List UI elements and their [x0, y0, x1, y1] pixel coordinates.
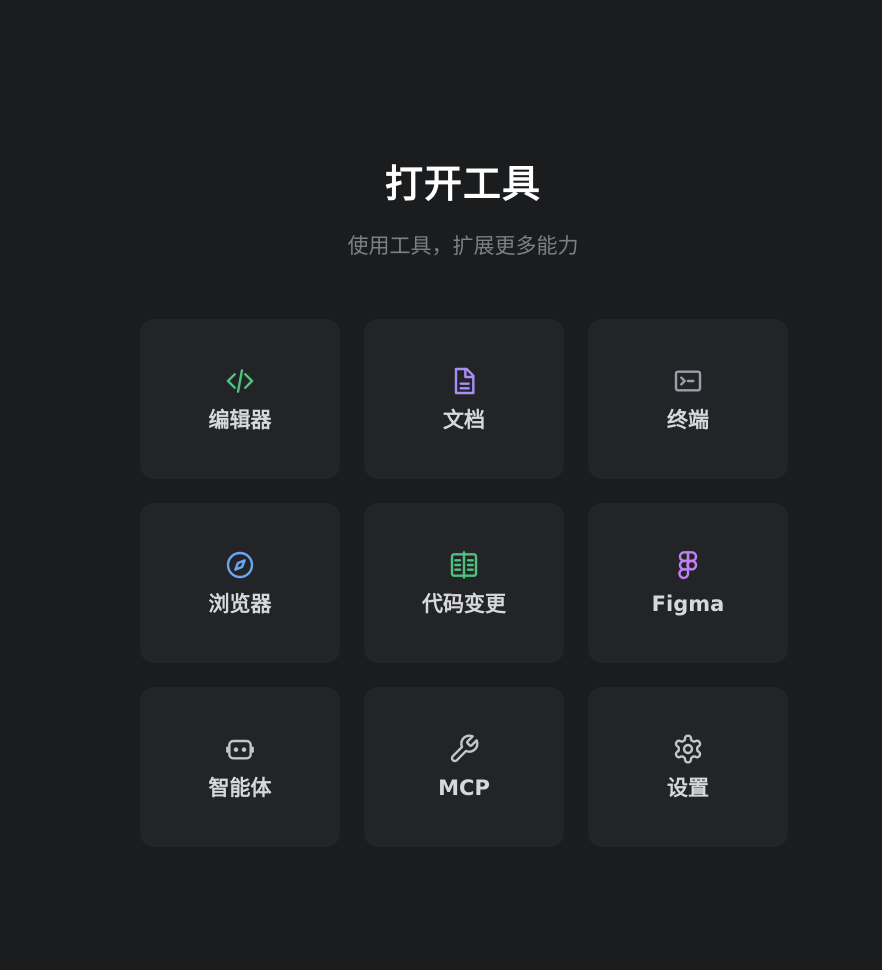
tool-label: 代码变更: [422, 592, 506, 616]
tool-label: 文档: [443, 408, 485, 432]
tool-tile-figma[interactable]: Figma: [588, 503, 788, 663]
tool-tile-browser[interactable]: 浏览器: [140, 503, 340, 663]
compass-icon: [224, 549, 256, 581]
tool-tile-editor[interactable]: 编辑器: [140, 319, 340, 479]
terminal-icon: [672, 365, 704, 397]
tool-grid: 编辑器 文档 终端 浏览器 代码变更 Figma 智能体 MCP 设置: [140, 319, 788, 847]
tool-label: MCP: [438, 776, 490, 800]
document-icon: [448, 365, 480, 397]
tool-label: 设置: [667, 776, 709, 800]
tool-label: 编辑器: [208, 408, 272, 432]
tool-tile-code-changes[interactable]: 代码变更: [364, 503, 564, 663]
robot-icon: [224, 733, 256, 765]
tool-tile-terminal[interactable]: 终端: [588, 319, 788, 479]
gear-icon: [672, 733, 704, 765]
tool-tile-settings[interactable]: 设置: [588, 687, 788, 847]
wrench-icon: [448, 733, 480, 765]
tool-tile-agent[interactable]: 智能体: [140, 687, 340, 847]
code-icon: [224, 365, 256, 397]
tool-tile-mcp[interactable]: MCP: [364, 687, 564, 847]
page-subtitle: 使用工具，扩展更多能力: [347, 234, 579, 258]
tool-label: Figma: [651, 592, 725, 616]
tool-label: 智能体: [208, 776, 272, 800]
figma-icon: [672, 549, 704, 581]
tool-label: 浏览器: [208, 592, 272, 616]
tools-launcher: 打开工具 使用工具，扩展更多能力 编辑器 文档 终端 浏览器 代码变更 Figm…: [0, 0, 882, 970]
tool-tile-document[interactable]: 文档: [364, 319, 564, 479]
tool-label: 终端: [667, 408, 709, 432]
page-title: 打开工具: [384, 162, 541, 206]
diff-icon: [448, 549, 480, 581]
